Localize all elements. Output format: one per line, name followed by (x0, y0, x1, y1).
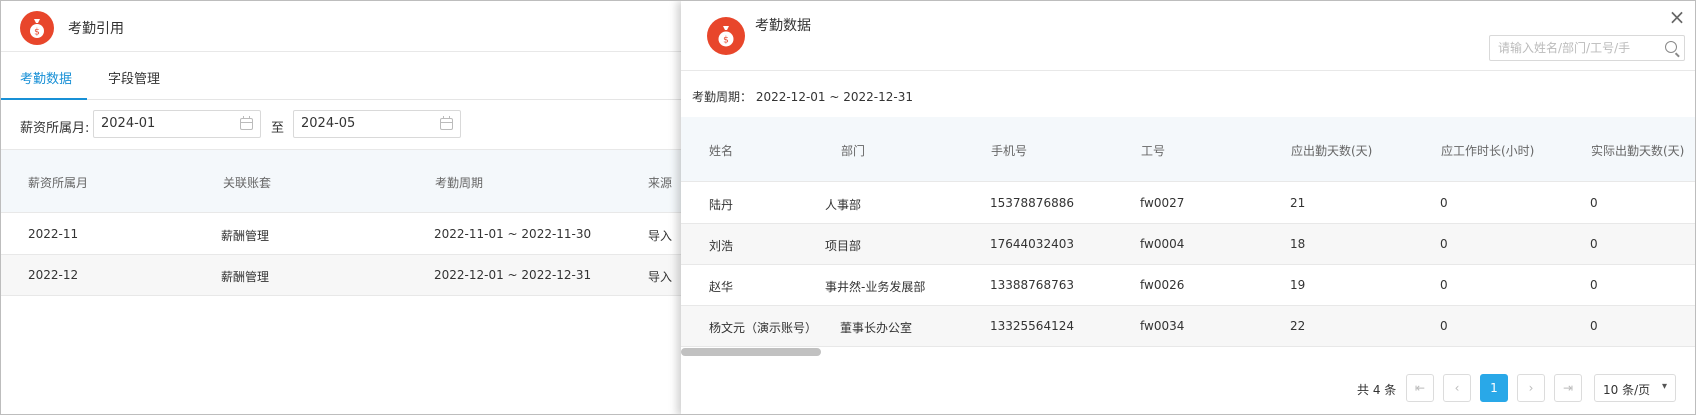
svg-text:$: $ (723, 36, 729, 46)
column-header-department[interactable]: 部门 (841, 142, 865, 159)
column-header-actual-days[interactable]: 实际出勤天数(天) (1591, 142, 1684, 159)
table-row[interactable]: 2022-12 薪酬管理 2022-12-01 ~ 2022-12-31 导入 (1, 255, 681, 296)
close-icon[interactable]: × (1667, 7, 1687, 27)
table-row[interactable]: 陆丹 人事部 15378876886 fw0027 21 0 0 (681, 183, 1695, 224)
column-header-required-days[interactable]: 应出勤天数(天) (1291, 142, 1372, 159)
required-hours-cell: 0 (1440, 278, 1448, 292)
required-hours-cell: 0 (1440, 237, 1448, 251)
chevron-down-icon: ▾ (1661, 381, 1667, 392)
employee-id-cell: fw0004 (1140, 237, 1185, 251)
drawer-title: 考勤数据 (755, 18, 811, 34)
svg-text:$: $ (34, 28, 40, 38)
attendance-period-cell: 2022-12-01 ~ 2022-12-31 (434, 268, 592, 282)
page-size-select[interactable]: 10 条/页 ▾ (1594, 374, 1676, 402)
table-row[interactable]: 杨文元（演示账号） 董事长办公室 13325564124 fw0034 22 0… (681, 306, 1695, 347)
phone-cell: 17644032403 (990, 237, 1074, 251)
search-input[interactable] (1490, 36, 1660, 60)
salary-month-from-input[interactable]: 2024-01 (93, 110, 261, 138)
employee-id-cell: fw0027 (1140, 196, 1185, 210)
phone-cell: 13325564124 (990, 319, 1074, 333)
phone-cell: 15378876886 (990, 196, 1074, 210)
attendance-period-cell: 2022-11-01 ~ 2022-11-30 (434, 227, 592, 241)
attendance-period-label: 考勤周期： 2022-12-01 ~ 2022-12-31 (692, 90, 913, 104)
employee-id-cell: fw0026 (1140, 278, 1185, 292)
horizontal-scrollbar[interactable] (681, 348, 821, 356)
page-1-button[interactable]: 1 (1480, 374, 1508, 402)
column-header-employee-id[interactable]: 工号 (1141, 142, 1165, 159)
prev-page-button[interactable]: ‹ (1443, 374, 1471, 402)
table-row[interactable]: 赵华 事井然-业务发展部 13388768763 fw0026 19 0 0 (681, 265, 1695, 306)
actual-days-cell: 0 (1590, 196, 1598, 210)
source-cell: 导入 (648, 229, 673, 243)
money-bag-icon: $ (707, 17, 745, 55)
total-count: 共 4 条 (1357, 383, 1397, 397)
salary-month-to-input[interactable]: 2024-05 (293, 110, 461, 138)
actual-days-cell: 0 (1590, 278, 1598, 292)
tab-bar: 考勤数据 字段管理 (1, 53, 681, 100)
account-set-link[interactable]: 薪酬管理 (221, 227, 269, 244)
actual-days-cell: 0 (1590, 237, 1598, 251)
page-size-value: 10 条/页 (1603, 383, 1651, 397)
divider (681, 70, 1695, 71)
required-days-cell: 21 (1290, 196, 1306, 210)
column-header-required-hours[interactable]: 应工作时长(小时) (1441, 142, 1534, 159)
search-box[interactable] (1489, 35, 1685, 61)
tab-attendance-data[interactable]: 考勤数据 (20, 68, 72, 87)
actual-days-cell: 0 (1590, 319, 1598, 333)
required-hours-cell: 0 (1440, 196, 1448, 210)
column-header[interactable]: 来源 (648, 174, 672, 191)
column-header-phone[interactable]: 手机号 (991, 142, 1027, 159)
salary-month-label: 薪资所属月: (20, 121, 90, 136)
required-days-cell: 18 (1290, 237, 1306, 251)
required-days-cell: 19 (1290, 278, 1306, 292)
page-header: $ 考勤引用 (1, 1, 681, 52)
page-title: 考勤引用 (68, 21, 124, 37)
table-row[interactable]: 2022-11 薪酬管理 2022-11-01 ~ 2022-11-30 导入 (1, 214, 681, 255)
search-icon[interactable] (1665, 41, 1677, 53)
column-header[interactable]: 考勤周期 (435, 174, 483, 191)
salary-month-cell: 2022-12 (28, 268, 79, 282)
employee-id-cell: fw0034 (1140, 319, 1185, 333)
column-header-name[interactable]: 姓名 (709, 142, 733, 159)
table-header: 姓名 部门 手机号 工号 应出勤天数(天) 应工作时长(小时) 实际出勤天数(天… (681, 117, 1695, 182)
attendance-data-drawer: $ 考勤数据 × 考勤周期： 2022-12-01 ~ 2022-12-31 姓… (681, 1, 1695, 414)
name-cell: 赵华 (709, 280, 734, 294)
table-row[interactable]: 刘浩 项目部 17644032403 fw0004 18 0 0 (681, 224, 1695, 265)
last-page-button[interactable]: ⇥ (1554, 374, 1582, 402)
calendar-icon[interactable] (240, 116, 253, 130)
attendance-reference-page: $ 考勤引用 考勤数据 字段管理 薪资所属月: 2024-01 至 2024-0… (1, 1, 681, 414)
department-cell: 董事长办公室 (840, 321, 913, 335)
department-cell: 项目部 (825, 239, 862, 253)
active-tab-indicator (1, 98, 87, 100)
phone-cell: 13388768763 (990, 278, 1074, 292)
range-separator: 至 (271, 121, 285, 136)
required-days-cell: 22 (1290, 319, 1306, 333)
money-bag-icon: $ (20, 11, 54, 45)
department-cell: 事井然-业务发展部 (825, 280, 926, 294)
salary-month-from-value: 2024-01 (101, 116, 156, 131)
required-hours-cell: 0 (1440, 319, 1448, 333)
column-header[interactable]: 关联账套 (223, 174, 271, 191)
window-frame: $ 考勤引用 考勤数据 字段管理 薪资所属月: 2024-01 至 2024-0… (0, 0, 1696, 415)
name-cell: 刘浩 (709, 239, 734, 253)
salary-month-cell: 2022-11 (28, 227, 79, 241)
column-header[interactable]: 薪资所属月 (28, 174, 88, 191)
tab-field-management[interactable]: 字段管理 (108, 68, 160, 87)
name-cell: 陆丹 (709, 198, 734, 212)
table-header: 薪资所属月 关联账套 考勤周期 来源 (1, 149, 681, 213)
department-cell: 人事部 (825, 198, 862, 212)
calendar-icon[interactable] (440, 116, 453, 130)
source-cell: 导入 (648, 270, 673, 284)
account-set-link[interactable]: 薪酬管理 (221, 268, 269, 285)
salary-month-to-value: 2024-05 (301, 116, 356, 131)
first-page-button[interactable]: ⇤ (1406, 374, 1434, 402)
next-page-button[interactable]: › (1517, 374, 1545, 402)
name-cell: 杨文元（演示账号） (709, 321, 818, 335)
